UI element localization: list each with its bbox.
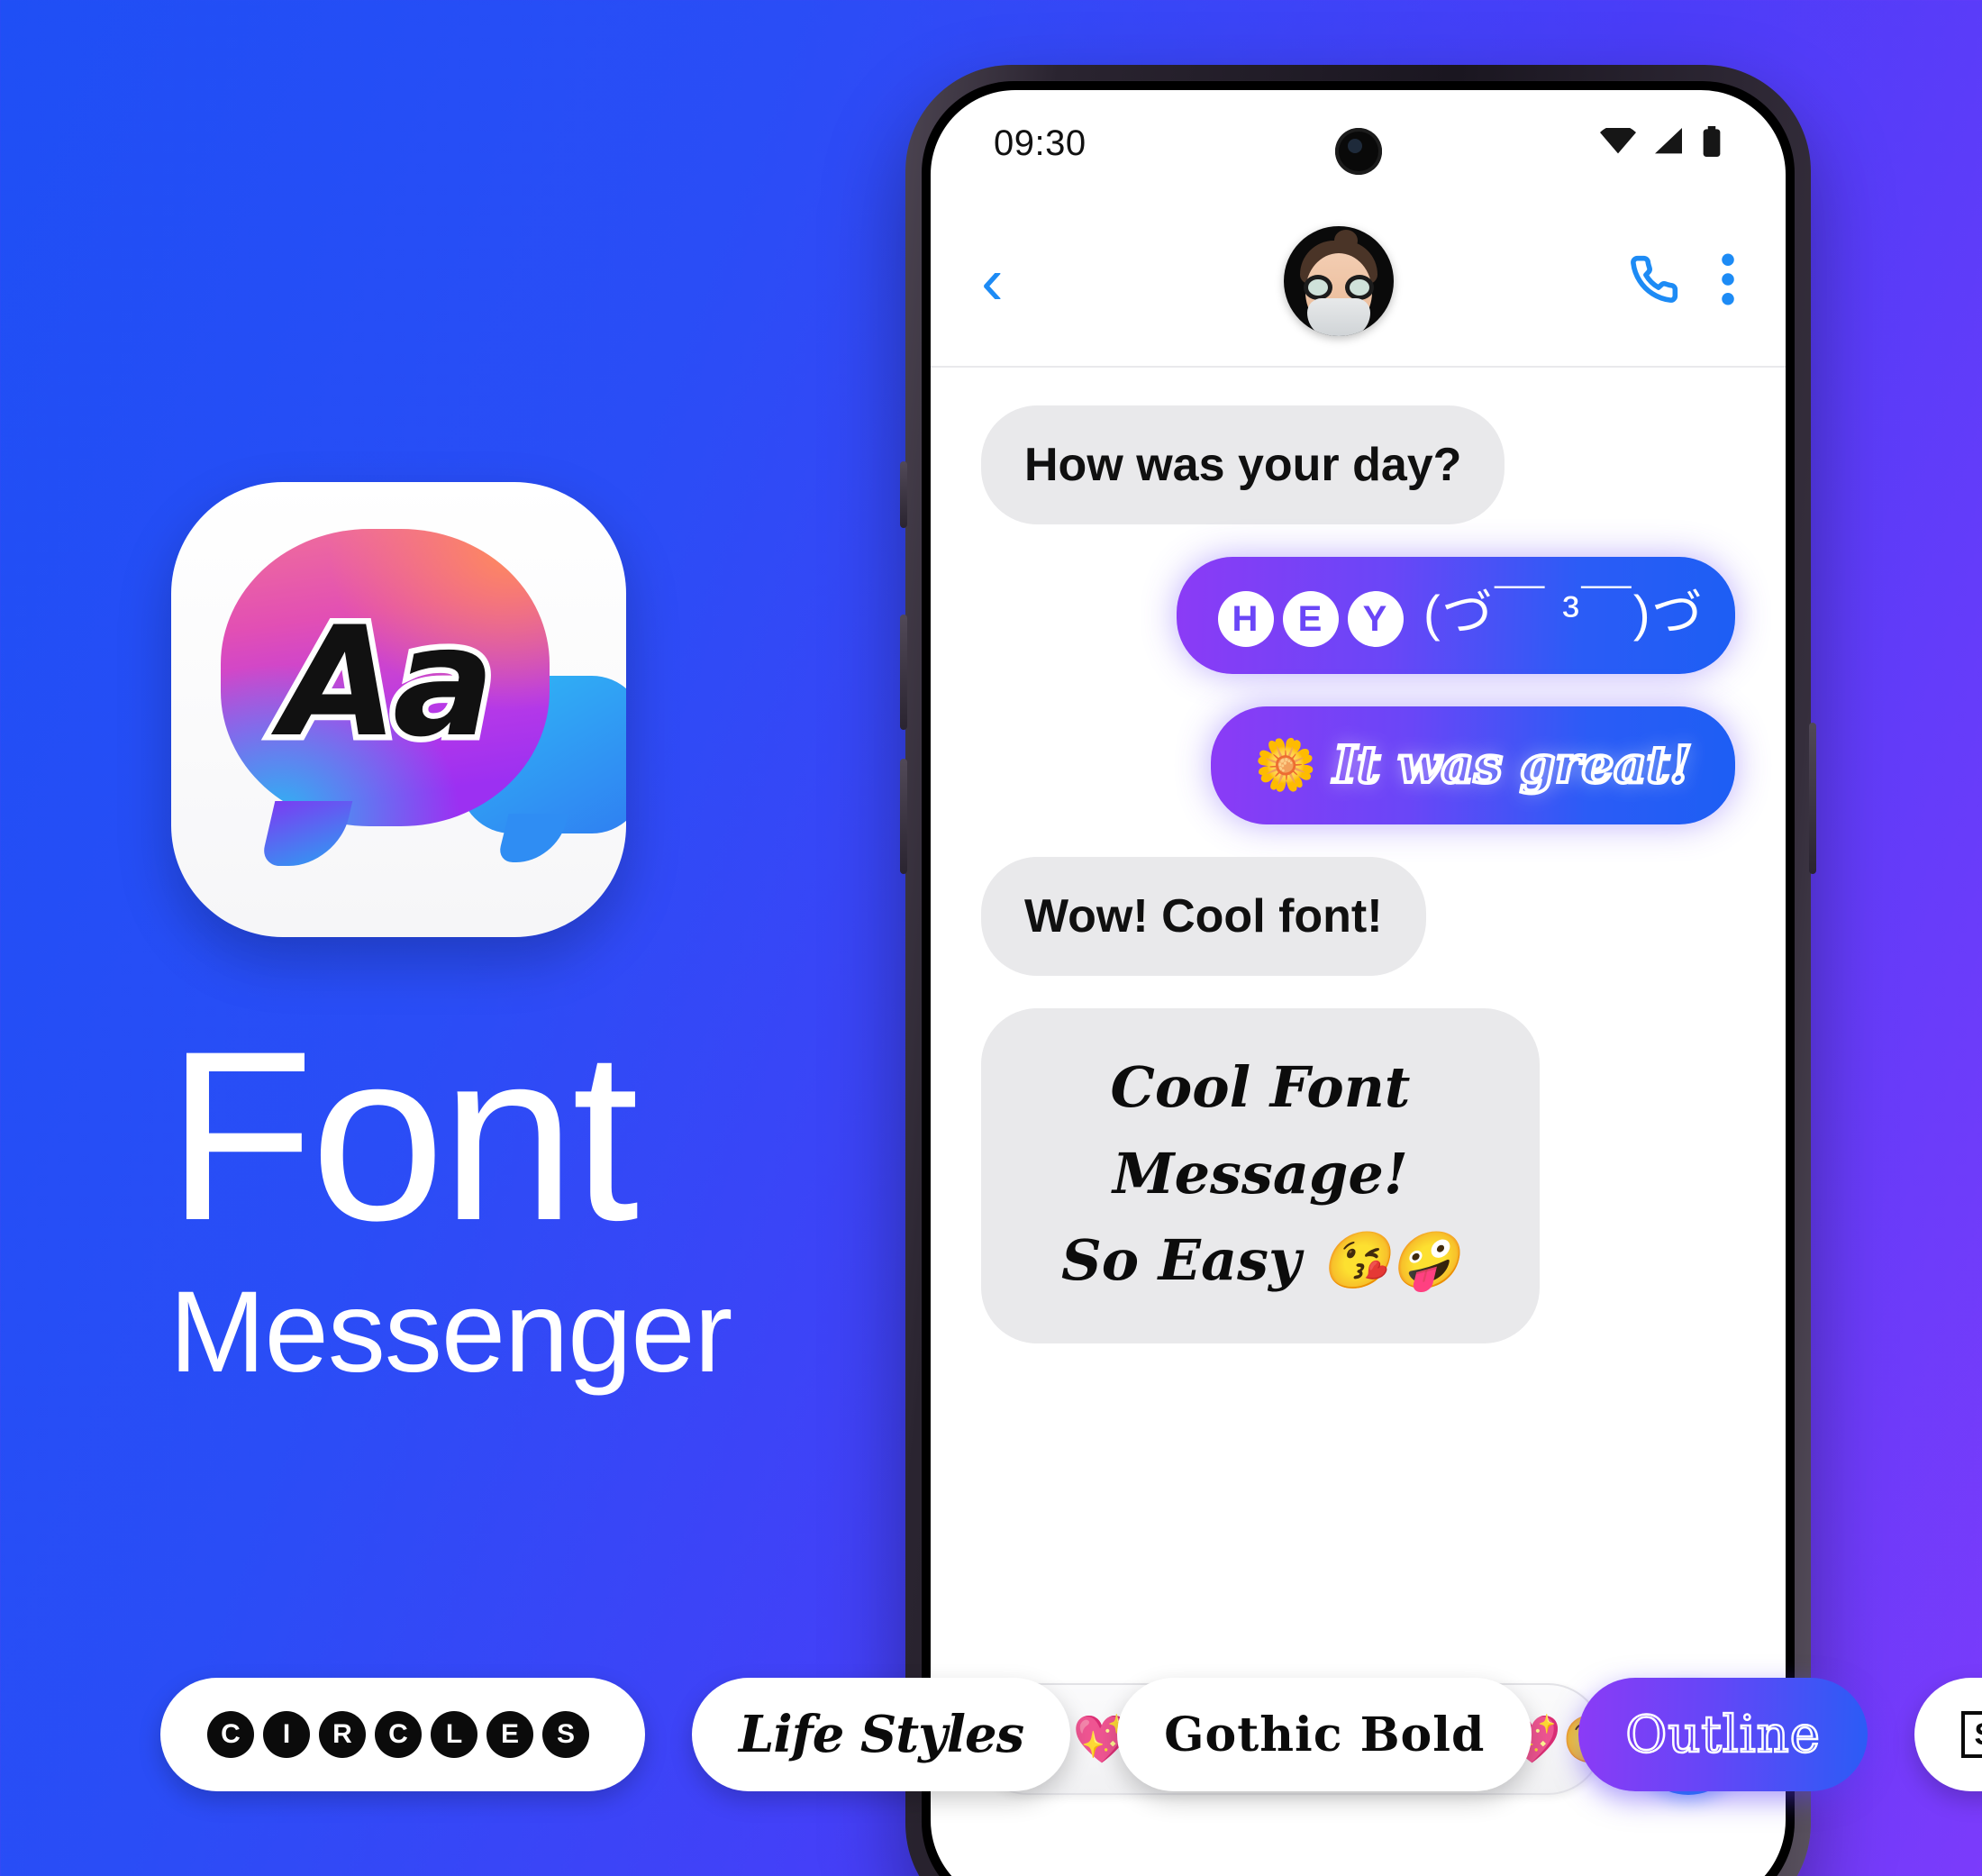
page-subtitle: Messenger (169, 1268, 732, 1397)
volume-down-button[interactable] (900, 759, 907, 874)
back-button[interactable]: ‹ (981, 248, 1048, 314)
app-icon-letters: Aa (275, 594, 500, 770)
font-style-chip-bar: CIRCLES CIRCLES Life Styles Gothic Bold … (0, 1667, 1982, 1802)
avatar-hair-bun (1333, 230, 1358, 251)
avatar[interactable] (1283, 226, 1394, 336)
message-bubble-received[interactable]: How was your day? (981, 405, 1505, 524)
chat-header: ‹ (931, 196, 1786, 368)
phone-bezel: 09:30 ‹ How was your day? H E Y (づ￣ ³￣)づ… (922, 81, 1795, 1876)
message-row: H E Y (づ￣ ³￣)づ (981, 557, 1735, 674)
phone-mockup: 09:30 ‹ How was your day? H E Y (づ￣ ³￣)づ… (900, 65, 1816, 1876)
message-bubble-sent[interactable]: H E Y (づ￣ ³￣)づ (1177, 557, 1735, 674)
message-bubble-received[interactable]: Cool Font Message! So Easy 😘🤪 (981, 1008, 1540, 1343)
circled-letter: H (1218, 591, 1274, 647)
font-chip-gothic-bold[interactable]: Gothic Bold (1117, 1678, 1532, 1791)
app-icon: Aa (171, 482, 626, 937)
status-bar-icons (1600, 124, 1723, 161)
font-chip-circles[interactable]: CIRCLES CIRCLES (160, 1678, 645, 1791)
mute-switch[interactable] (900, 461, 907, 528)
circled-letter: C (375, 1711, 422, 1758)
chat-header-actions (1629, 252, 1735, 310)
more-vertical-icon[interactable] (1721, 252, 1735, 310)
circled-letter: E (486, 1711, 533, 1758)
message-text: It was great! (1332, 733, 1694, 797)
speech-bubble-main-icon: Aa (221, 529, 550, 826)
message-bubble-received[interactable]: Wow! Cool font! (981, 857, 1426, 976)
circled-letter: E (1283, 591, 1339, 647)
message-row: 🌼 It was great! (981, 706, 1735, 824)
message-row: How was your day? (981, 405, 1735, 524)
font-chip-label: Life Styles (739, 1705, 1024, 1764)
kaomoji-text: (づ￣ ³￣)づ (1423, 585, 1705, 642)
font-chip-square[interactable]: SQUARE SQUARE (1914, 1678, 1982, 1791)
avatar-glasses-icon (1303, 275, 1374, 300)
font-chip-outline[interactable]: Outline (1578, 1678, 1868, 1791)
message-row: Cool Font Message! So Easy 😘🤪 (981, 1008, 1735, 1343)
message-text-line-2: So Easy 😘🤪 (1060, 1227, 1460, 1293)
circled-letter: L (431, 1711, 477, 1758)
front-camera-icon (1334, 128, 1382, 175)
circled-letter: Y (1348, 591, 1404, 647)
message-row: Wow! Cool font! (981, 857, 1735, 976)
flower-emoji: 🌼 (1254, 736, 1318, 795)
wifi-icon (1600, 124, 1636, 159)
boxed-letter: S (1960, 1711, 1982, 1758)
font-chip-label: Gothic Bold (1164, 1707, 1486, 1762)
battery-icon (1701, 125, 1723, 161)
circled-letter: R (319, 1711, 366, 1758)
status-bar-time: 09:30 (994, 123, 1086, 163)
power-button[interactable] (1809, 723, 1816, 874)
branding-panel: Aa Font Messenger (0, 0, 901, 1622)
message-list: How was your day? H E Y (づ￣ ³￣)づ 🌼 It was g… (931, 368, 1786, 1680)
volume-up-button[interactable] (900, 615, 907, 730)
phone-screen: 09:30 ‹ How was your day? H E Y (づ￣ ³￣)づ… (931, 90, 1786, 1876)
font-chip-life-styles[interactable]: Life Styles (692, 1678, 1071, 1791)
page-title: Font (167, 1000, 639, 1270)
circled-letter: C (207, 1711, 254, 1758)
phone-call-icon[interactable] (1629, 254, 1679, 309)
message-text-line-1: Cool Font Message! (1110, 1054, 1411, 1207)
cellular-signal-icon (1652, 127, 1685, 159)
circled-letter: S (542, 1711, 589, 1758)
avatar-face-mask (1306, 298, 1370, 336)
font-chip-label: Outline (1624, 1704, 1821, 1765)
circled-letter: I (263, 1711, 310, 1758)
message-bubble-sent[interactable]: 🌼 It was great! (1211, 706, 1735, 824)
